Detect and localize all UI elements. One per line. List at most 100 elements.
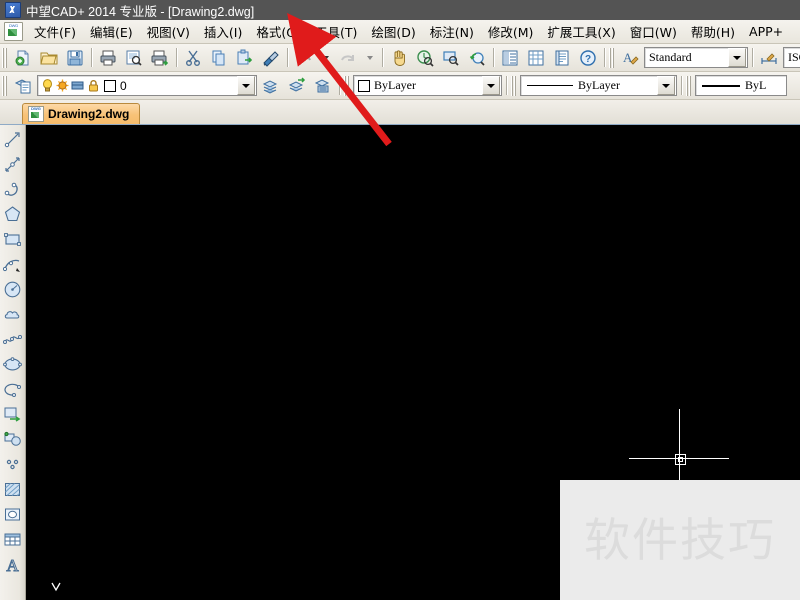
help-question-icon[interactable]: ? xyxy=(576,46,600,70)
ellipse-icon[interactable] xyxy=(0,352,25,377)
menu-tools[interactable]: 工具(T) xyxy=(308,19,364,44)
chevron-down-icon[interactable] xyxy=(482,76,500,95)
toolbar-separator xyxy=(176,48,177,67)
menu-draw[interactable]: 绘图(D) xyxy=(364,19,422,44)
menu-modify[interactable]: 修改(M) xyxy=(481,19,541,44)
undo-dropdown-icon[interactable] xyxy=(318,46,334,70)
drawing-canvas[interactable]: 软件技巧 xyxy=(26,125,800,600)
toolbar-grip[interactable] xyxy=(344,75,349,96)
lineweight-combo[interactable]: ByL xyxy=(695,75,787,96)
toolbar-separator xyxy=(493,48,494,67)
toolbar-grip[interactable] xyxy=(686,75,691,96)
toolbar-separator xyxy=(91,48,92,67)
toolbar-separator xyxy=(506,76,507,95)
dimension-style-icon[interactable] xyxy=(757,46,781,70)
linetype-combo[interactable]: ByLayer xyxy=(520,75,677,96)
zoom-window-icon[interactable] xyxy=(439,46,463,70)
svg-text:?: ? xyxy=(585,54,591,65)
pan-hand-icon[interactable] xyxy=(387,46,411,70)
menu-edit[interactable]: 编辑(E) xyxy=(83,19,140,44)
dwg-document-icon[interactable] xyxy=(4,22,23,41)
new-file-icon[interactable] xyxy=(11,46,35,70)
layer-name: 0 xyxy=(120,78,127,93)
watermark-text: 软件技巧 xyxy=(584,513,776,567)
document-tab-strip: Drawing2.dwg xyxy=(0,100,800,125)
lineweight-value: ByL xyxy=(745,78,767,92)
dim-style-combo[interactable]: ISO-25 xyxy=(783,47,800,68)
print-preview-icon[interactable] xyxy=(122,46,146,70)
text-style-value: Standard xyxy=(649,50,692,64)
layer-combo[interactable]: 0 xyxy=(37,75,257,96)
make-object-layer-current-icon[interactable] xyxy=(285,74,309,98)
region-icon[interactable] xyxy=(0,502,25,527)
circle-icon[interactable] xyxy=(0,277,25,302)
toolbar-grip[interactable] xyxy=(2,75,7,96)
polygon-icon[interactable] xyxy=(0,202,25,227)
standard-toolbar: ? A Standard ISO-25 xyxy=(0,44,800,72)
chevron-down-icon[interactable] xyxy=(657,76,675,95)
layer-previous-icon[interactable] xyxy=(259,74,283,98)
layer-states-icon[interactable] xyxy=(311,74,335,98)
match-properties-brush-icon[interactable] xyxy=(259,46,283,70)
ellipse-arc-icon[interactable] xyxy=(0,377,25,402)
document-tab-drawing2[interactable]: Drawing2.dwg xyxy=(22,103,141,124)
hatch-icon[interactable] xyxy=(0,477,25,502)
print-icon[interactable] xyxy=(96,46,120,70)
point-icon[interactable] xyxy=(0,452,25,477)
design-center-icon[interactable] xyxy=(524,46,548,70)
lineweight-preview-icon xyxy=(702,84,740,87)
arc-icon[interactable] xyxy=(0,252,25,277)
cut-scissors-icon[interactable] xyxy=(181,46,205,70)
menu-app-plus[interactable]: APP+ xyxy=(742,21,790,42)
revision-cloud-icon[interactable] xyxy=(0,302,25,327)
zoom-previous-icon[interactable] xyxy=(465,46,489,70)
color-swatch xyxy=(358,79,370,92)
tool-palette-icon[interactable] xyxy=(550,46,574,70)
paste-icon[interactable] xyxy=(233,46,257,70)
layer-manager-icon[interactable] xyxy=(11,74,35,98)
table-icon[interactable] xyxy=(0,527,25,552)
plot-icon[interactable] xyxy=(148,46,172,70)
insert-block-icon[interactable] xyxy=(0,402,25,427)
text-style-icon[interactable]: A xyxy=(618,46,642,70)
window-title: 中望CAD+ 2014 专业版 - [Drawing2.dwg] xyxy=(26,4,255,19)
menu-insert[interactable]: 插入(I) xyxy=(197,19,249,44)
menu-view[interactable]: 视图(V) xyxy=(140,19,197,44)
redo-icon[interactable] xyxy=(336,46,360,70)
menu-file[interactable]: 文件(F) xyxy=(27,19,83,44)
color-combo[interactable]: ByLayer xyxy=(353,75,502,96)
menu-format[interactable]: 格式(O) xyxy=(249,19,308,44)
properties-panel-icon[interactable] xyxy=(498,46,522,70)
save-disk-icon[interactable] xyxy=(63,46,87,70)
toolbar-separator xyxy=(752,48,753,67)
rectangle-icon[interactable] xyxy=(0,227,25,252)
menu-window[interactable]: 窗口(W) xyxy=(623,19,684,44)
copy-icon[interactable] xyxy=(207,46,231,70)
polyline-icon[interactable] xyxy=(0,177,25,202)
text-style-combo[interactable]: Standard xyxy=(644,47,748,68)
menu-dimension[interactable]: 标注(N) xyxy=(423,19,481,44)
zoom-realtime-icon[interactable] xyxy=(413,46,437,70)
chevron-down-icon[interactable] xyxy=(728,48,746,67)
linetype-preview-icon xyxy=(527,85,573,86)
undo-icon[interactable] xyxy=(292,46,316,70)
spline-icon[interactable] xyxy=(0,327,25,352)
watermark: 软件技巧 xyxy=(560,480,800,600)
lightbulb-on-icon xyxy=(43,79,52,92)
zwcad-logo-icon xyxy=(5,2,21,18)
document-tab-label: Drawing2.dwg xyxy=(48,107,130,121)
menu-help[interactable]: 帮助(H) xyxy=(684,19,742,44)
menu-express-tools[interactable]: 扩展工具(X) xyxy=(540,19,622,44)
open-folder-icon[interactable] xyxy=(37,46,61,70)
toolbar-grip[interactable] xyxy=(609,47,614,68)
toolbar-grip[interactable] xyxy=(511,75,516,96)
make-block-icon[interactable] xyxy=(0,427,25,452)
toolbar-grip[interactable] xyxy=(2,47,7,68)
redo-dropdown-icon[interactable] xyxy=(362,46,378,70)
construction-line-icon[interactable] xyxy=(0,152,25,177)
title-bar: 中望CAD+ 2014 专业版 - [Drawing2.dwg] xyxy=(0,0,800,20)
chevron-down-icon[interactable] xyxy=(237,76,255,95)
line-icon[interactable] xyxy=(0,127,25,152)
multiline-text-icon[interactable]: A xyxy=(0,552,25,577)
zwcad-application-window: 中望CAD+ 2014 专业版 - [Drawing2.dwg] 文件(F) 编… xyxy=(0,0,800,600)
